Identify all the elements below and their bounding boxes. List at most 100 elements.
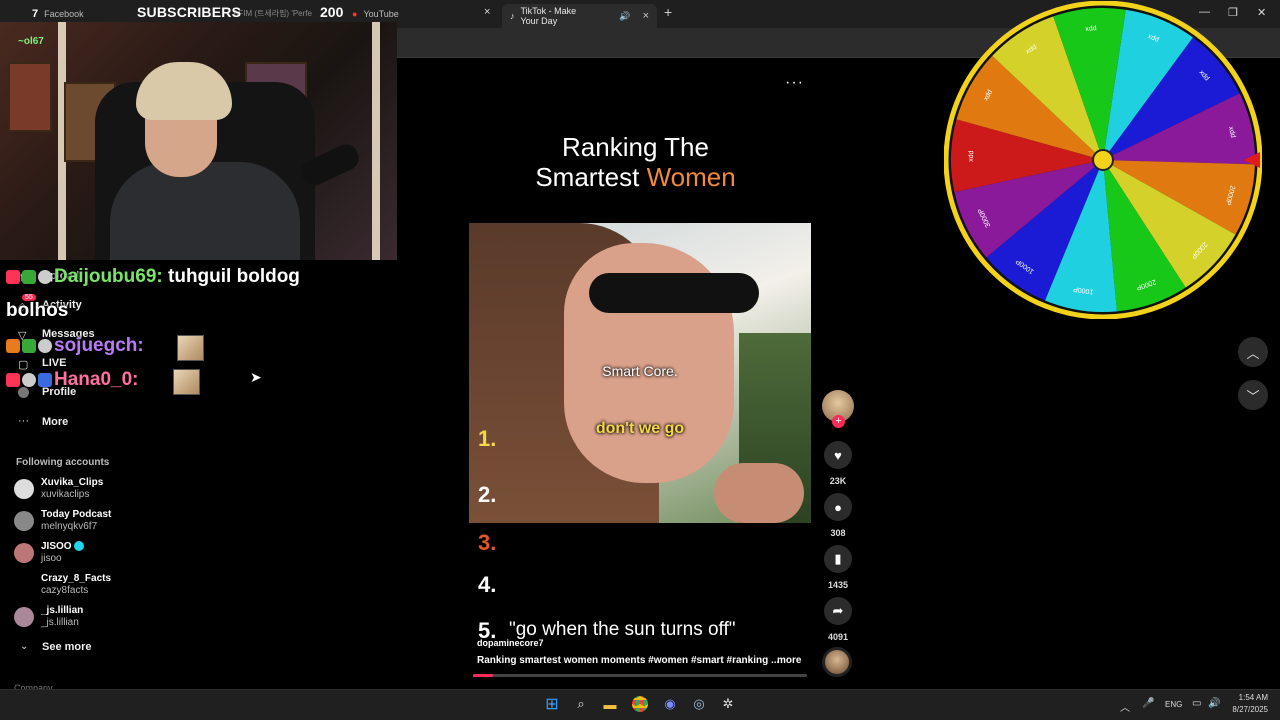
save-button[interactable]: ▮: [824, 545, 852, 573]
mic-icon[interactable]: 🎤: [1142, 698, 1154, 709]
led-light: [372, 22, 380, 260]
account-name: Crazy_8_Facts: [41, 573, 112, 584]
next-video-button[interactable]: ﹀: [1238, 380, 1268, 410]
network-icon[interactable]: ▭: [1192, 698, 1201, 709]
previous-video-button[interactable]: ︿: [1238, 337, 1268, 367]
account-name: Xuvika_Clips: [41, 477, 104, 488]
chevron-down-icon: ﹀: [1246, 388, 1260, 404]
account-handle: melnyqkv6f7: [41, 521, 98, 532]
video-caption-bottom: don't we go: [595, 420, 685, 437]
progress-fill: [473, 674, 494, 677]
prize-wheel[interactable]: xddxddxdd2000P2000P2000P1000P1000P3000Px…: [944, 1, 1262, 319]
volume-icon[interactable]: 🔊: [1208, 698, 1220, 709]
video-caption-top: Smart Core.: [602, 363, 678, 379]
tab-label: YouTube: [363, 9, 399, 19]
new-tab-button[interactable]: +: [664, 4, 672, 20]
share-button[interactable]: ➦: [824, 597, 852, 625]
chat-emote: [177, 335, 204, 361]
account-item[interactable]: Today Podcast melnyqkv6f7: [14, 509, 214, 537]
cat-badge-icon: [22, 372, 36, 387]
comment-button[interactable]: ●: [824, 493, 852, 521]
rank-3: 3.: [478, 530, 497, 555]
comment-icon: ●: [834, 499, 842, 515]
account-item[interactable]: JISOO jisoo: [14, 541, 214, 569]
file-explorer-icon[interactable]: ▬: [601, 695, 619, 713]
account-name: _js.lillian: [41, 605, 84, 616]
video-frame[interactable]: Smart Core. don't we go: [469, 223, 811, 523]
language-indicator[interactable]: ENG: [1165, 700, 1182, 709]
wheel-label: xdd: [968, 150, 975, 162]
account-item[interactable]: Xuvika_Clips xuvikaclips: [14, 477, 214, 505]
more-dots-icon: ···: [18, 415, 29, 427]
chat-message: sojuegch:: [6, 335, 144, 357]
account-item[interactable]: _js.lillian _js.lillian: [14, 605, 214, 633]
app-icon[interactable]: ✲: [719, 695, 737, 713]
account-name: JISOO: [41, 541, 85, 552]
title-line1: Ranking The: [562, 132, 709, 162]
wheel-label: xdd: [1085, 25, 1097, 33]
more-options-icon[interactable]: ···: [785, 74, 804, 92]
music-ticker: AFIM (트세라핌) 'Perfe: [233, 9, 312, 18]
tray-chevron-icon[interactable]: ︿: [1120, 699, 1130, 714]
tab-youtube[interactable]: ● YouTube: [344, 4, 407, 24]
like-count: 23K: [829, 476, 847, 486]
chat-message: Hana0_0:: [6, 369, 139, 391]
heart-badge-icon: [6, 269, 20, 284]
windows-start-icon[interactable]: ⊞: [543, 695, 561, 713]
account-handle: xuvikaclips: [41, 489, 90, 500]
streamer-body: [110, 162, 300, 260]
nav-more[interactable]: More: [42, 416, 68, 428]
screen: 7 Facebook AFIM (트세라핌) 'Perfe ● YouTube …: [0, 0, 1280, 720]
video-username[interactable]: dopaminecore7: [477, 638, 544, 648]
speaker-icon[interactable]: 🔊: [619, 11, 630, 22]
like-button[interactable]: ♥: [824, 441, 852, 469]
tab-facebook[interactable]: 7 Facebook: [24, 4, 92, 24]
bookmark-icon: ▮: [834, 551, 842, 566]
chat-emote: [173, 369, 200, 395]
mouse-cursor-icon: ➤: [250, 369, 262, 385]
search-icon[interactable]: ⌕: [572, 695, 590, 713]
see-more-button[interactable]: See more: [42, 641, 92, 653]
follow-plus-icon[interactable]: +: [832, 415, 845, 428]
chat-username: Daijoubu69:: [54, 266, 163, 287]
tab-label: Facebook: [44, 9, 84, 19]
account-name: Today Podcast: [41, 509, 112, 520]
description-more-button[interactable]: more: [777, 655, 801, 666]
avatar: [14, 479, 34, 499]
steam-icon[interactable]: ◎: [690, 695, 708, 713]
chrome-icon[interactable]: [631, 695, 649, 713]
heart-badge-icon: [6, 372, 20, 387]
account-item[interactable]: Crazy_8_Facts cazy8facts: [14, 573, 214, 601]
nav-live[interactable]: LIVE: [42, 357, 66, 369]
tab-close-icon[interactable]: ×: [484, 6, 490, 18]
rank-badge-icon: [22, 338, 36, 353]
chevron-down-icon: ⌄: [20, 641, 29, 652]
chat-username: Hana0_0:: [54, 369, 139, 390]
tab-counter: 7: [32, 8, 39, 20]
chat-text: tuhguil boldog: [168, 266, 300, 287]
rank-4: 4.: [478, 572, 497, 597]
sunglasses: [589, 273, 759, 313]
webcam-feed: ~ol67: [0, 22, 397, 260]
discord-icon[interactable]: ◉: [661, 695, 679, 713]
clock-date[interactable]: 8/27/2025: [1226, 705, 1268, 714]
heart-icon: ♥: [834, 447, 842, 463]
video-progress-bar[interactable]: [473, 674, 807, 677]
tab-tiktok[interactable]: ♪ TikTok - Make Your Day 🔊 ×: [502, 4, 657, 28]
rank-1: 1.: [478, 426, 497, 451]
chevron-up-icon: ︿: [1246, 345, 1260, 361]
video-description: Ranking smartest women moments #women #s…: [477, 655, 780, 666]
music-disc-icon[interactable]: [822, 647, 852, 677]
youtube-icon: ●: [352, 9, 358, 19]
account-handle: cazy8facts: [41, 585, 89, 596]
tiktok-icon: ♪: [510, 11, 515, 21]
chat-username: sojuegch:: [54, 335, 144, 356]
verified-icon: [74, 541, 85, 552]
clock-time[interactable]: 1:54 AM: [1228, 693, 1268, 702]
subscribers-label: SUBSCRIBERS: [137, 4, 242, 20]
avatar: [14, 607, 34, 627]
title-accent: Women: [646, 162, 736, 192]
tab-close-icon[interactable]: ×: [643, 10, 649, 22]
rank-badge-icon: [22, 269, 36, 284]
share-arrow-icon: ➦: [832, 603, 844, 618]
